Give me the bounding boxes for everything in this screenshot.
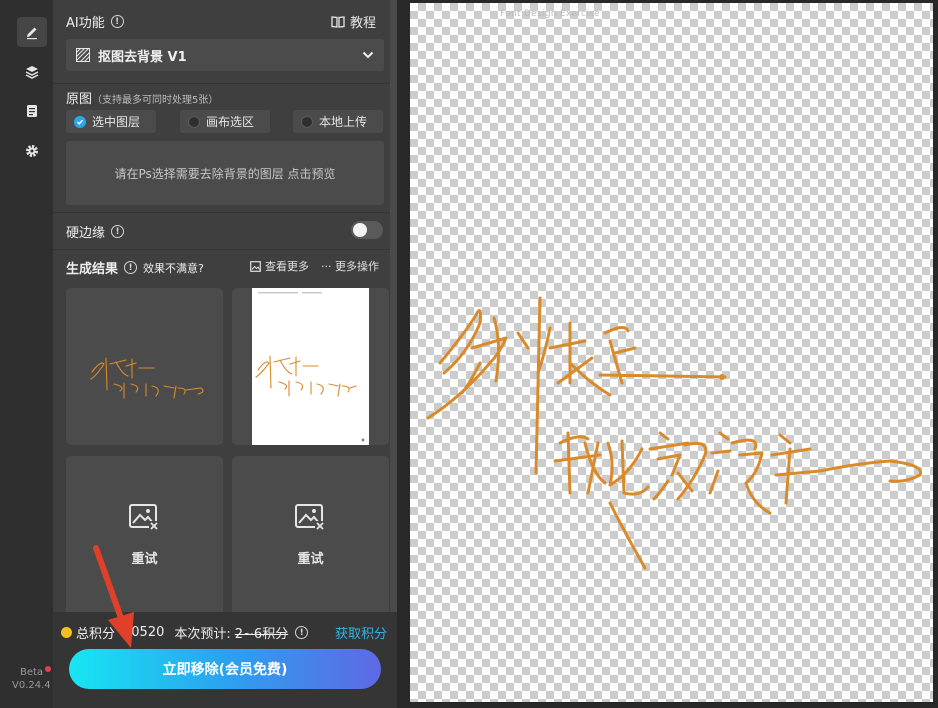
info-icon[interactable]: ! bbox=[110, 15, 124, 28]
feature-select-value: 抠图去背景 V1 bbox=[98, 49, 187, 65]
canvas-area: Font Design Exercise bbox=[397, 0, 938, 708]
tool-rail: Beta V0.24.4 bbox=[0, 0, 53, 708]
calligraphy-artwork bbox=[426, 296, 923, 570]
feature-select[interactable]: 抠图去背景 V1 bbox=[66, 39, 384, 71]
hard-edge-toggle[interactable] bbox=[351, 221, 383, 239]
transparent-canvas[interactable]: Font Design Exercise bbox=[410, 3, 933, 702]
radio-icon bbox=[301, 115, 313, 128]
info-icon[interactable]: ! bbox=[124, 261, 138, 274]
result-card[interactable] bbox=[66, 288, 223, 445]
radio-icon bbox=[188, 115, 200, 128]
broken-image-icon bbox=[295, 504, 325, 530]
remove-background-button[interactable]: 立即移除(会员免费) bbox=[69, 649, 381, 689]
retry-card[interactable]: 重试 bbox=[232, 456, 389, 612]
feedback-link[interactable]: 效果不满意? bbox=[143, 260, 204, 276]
pen-icon[interactable] bbox=[17, 17, 47, 47]
hatch-icon bbox=[76, 48, 90, 62]
tutorial-link[interactable]: 教程 bbox=[331, 12, 376, 31]
view-more-button[interactable]: 查看更多 bbox=[250, 258, 309, 274]
source-subtitle: （支持最多可同时处理5张） bbox=[92, 95, 219, 106]
clipboard-icon[interactable] bbox=[17, 96, 47, 126]
ai-feature-title: AI功能 ! bbox=[66, 12, 124, 31]
result-actions: 查看更多 ··· 更多操作 bbox=[250, 258, 379, 274]
coin-icon bbox=[61, 627, 72, 638]
option-canvas-selection[interactable]: 画布选区 bbox=[180, 110, 270, 133]
info-icon[interactable]: ! bbox=[295, 626, 309, 639]
more-ops-button[interactable]: ··· 更多操作 bbox=[321, 258, 379, 274]
option-selected-layer[interactable]: 选中图层 bbox=[66, 110, 156, 133]
points-summary: 总积分 10520 本次预计: 2~6积分 ! bbox=[61, 623, 309, 642]
radio-checked-icon bbox=[74, 115, 86, 128]
version-label: Beta V0.24.4 bbox=[12, 666, 52, 691]
layers-icon[interactable] bbox=[17, 57, 47, 87]
retry-label[interactable]: 重试 bbox=[232, 548, 389, 567]
broken-image-icon bbox=[129, 504, 159, 530]
ai-feature-section: AI功能 ! 教程 抠图去背景 V1 bbox=[53, 0, 390, 83]
chevron-down-icon bbox=[362, 51, 374, 59]
option-local-upload[interactable]: 本地上传 bbox=[293, 110, 383, 133]
source-title: 原图（支持最多可同时处理5张） bbox=[66, 92, 219, 107]
image-icon bbox=[250, 260, 261, 272]
book-icon bbox=[331, 16, 345, 28]
info-icon[interactable]: ! bbox=[111, 225, 125, 238]
results-title: 生成结果 ! 效果不满意? bbox=[66, 260, 204, 277]
retry-label[interactable]: 重试 bbox=[66, 548, 223, 567]
retry-card[interactable]: 重试 bbox=[66, 456, 223, 612]
result-thumbnail bbox=[255, 292, 365, 442]
panel-scrollbar[interactable] bbox=[390, 0, 397, 612]
result-thumbnail bbox=[90, 357, 204, 399]
hard-edge-label: 硬边缘 ! bbox=[66, 222, 125, 241]
source-hint[interactable]: 请在Ps选择需要去除背景的图层 点击预览 bbox=[66, 141, 384, 205]
beta-dot bbox=[45, 666, 52, 672]
ai-panel: AI功能 ! 教程 抠图去背景 V1 原图（支持最多可同时处理5张） 选中图层 … bbox=[53, 0, 397, 708]
panel-footer: 总积分 10520 本次预计: 2~6积分 ! 获取积分 立即移除(会员免费) bbox=[53, 612, 397, 708]
get-points-link[interactable]: 获取积分 bbox=[335, 623, 387, 642]
result-card[interactable] bbox=[232, 288, 389, 445]
gear-icon[interactable] bbox=[17, 136, 47, 166]
